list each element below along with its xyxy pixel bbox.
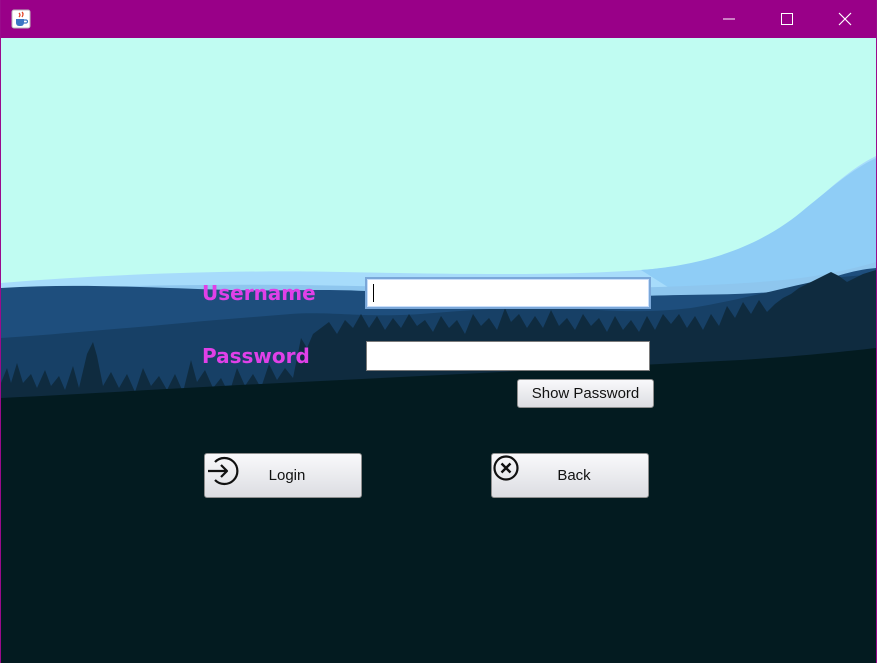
- username-field[interactable]: [365, 277, 651, 309]
- title-bar[interactable]: [1, 0, 876, 38]
- text-caret: [373, 284, 374, 302]
- password-field[interactable]: [366, 341, 650, 371]
- username-label: Username: [202, 281, 316, 305]
- java-cup-icon: [11, 9, 31, 29]
- maximize-button[interactable]: [758, 0, 816, 38]
- minimize-icon: [723, 18, 735, 20]
- minimize-button[interactable]: [700, 0, 758, 38]
- login-button[interactable]: Login: [204, 453, 362, 498]
- show-password-label: Show Password: [531, 385, 640, 402]
- background-scene: Username Password Show Password Login Ba…: [1, 38, 876, 663]
- close-button[interactable]: [816, 0, 874, 38]
- login-label: Login: [268, 467, 306, 484]
- close-icon: [838, 12, 852, 26]
- back-button[interactable]: Back: [491, 453, 649, 498]
- maximize-icon: [781, 13, 793, 25]
- back-label: Back: [557, 467, 591, 484]
- app-window: Username Password Show Password Login Ba…: [0, 0, 877, 663]
- password-label: Password: [202, 344, 310, 368]
- show-password-button[interactable]: Show Password: [517, 379, 654, 408]
